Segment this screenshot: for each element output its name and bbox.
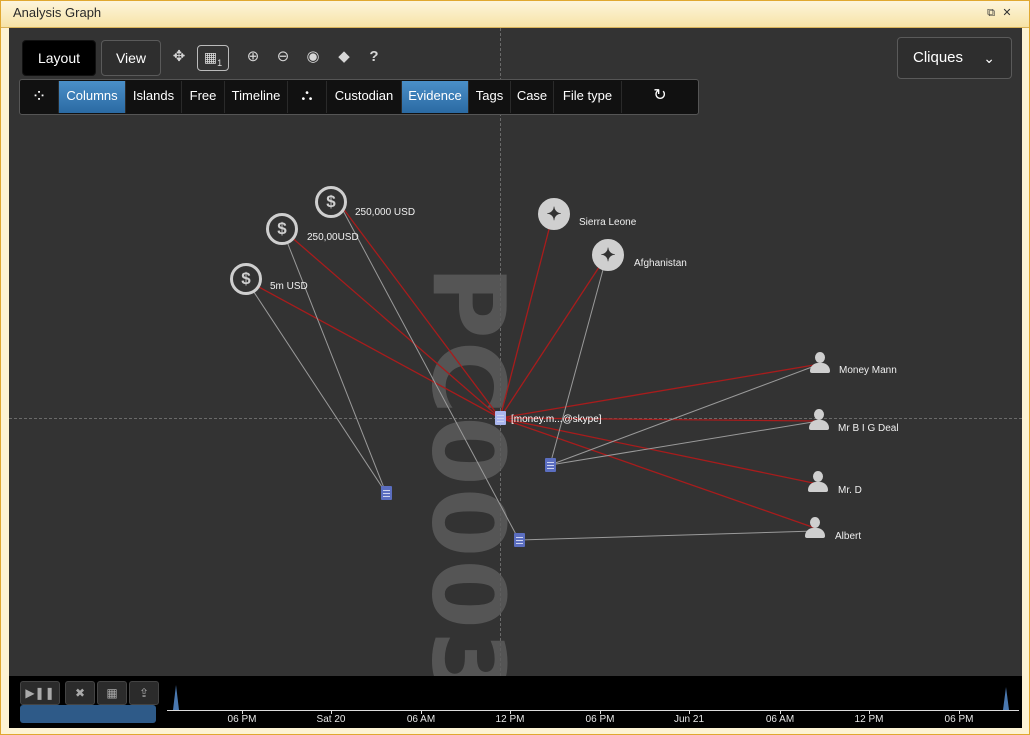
timeline-tick-label: 06 AM xyxy=(406,714,436,725)
edge xyxy=(281,228,387,494)
grid-badge: 1 xyxy=(217,57,223,68)
export-icon[interactable]: ⇪ xyxy=(129,681,159,705)
timeline-panel: ▶❚❚ ✖ ▦ ⇪ 06 PM Sat 20 06 AM 12 PM 06 PM… xyxy=(9,676,1022,728)
view-toolbar: ⁘ Columns Islands Free Timeline ⛬ Custod… xyxy=(19,79,699,115)
zoom-out-icon[interactable]: ⊖ xyxy=(273,47,293,67)
edge xyxy=(338,202,520,541)
view-button[interactable]: View xyxy=(101,40,161,76)
person-icon[interactable] xyxy=(809,409,829,431)
edge xyxy=(281,228,501,419)
grid-icon[interactable]: ▦ xyxy=(97,681,127,705)
tab-evidence[interactable]: Evidence xyxy=(402,81,469,113)
timeline-tick-label: 06 PM xyxy=(227,714,257,725)
cluster-icon[interactable]: ⁘ xyxy=(20,81,59,113)
person-icon[interactable] xyxy=(805,517,825,539)
tab-timeline[interactable]: Timeline xyxy=(225,81,288,113)
tags-icon[interactable]: ◆ xyxy=(334,47,354,67)
target-icon[interactable]: ◉ xyxy=(303,47,323,67)
tab-case[interactable]: Case xyxy=(511,81,554,113)
network-icon[interactable]: ⛬ xyxy=(288,81,327,113)
close-icon[interactable]: ✖ xyxy=(65,681,95,705)
analysis-graph-window: Analysis Graph ⧉ ✕ PC0003 $ 250,000 USD … xyxy=(0,0,1030,735)
document-icon[interactable] xyxy=(545,458,556,472)
edge xyxy=(245,279,501,419)
timeline-tick-label: 06 PM xyxy=(585,714,615,725)
edge xyxy=(338,202,501,419)
move-icon[interactable]: ✥ xyxy=(169,47,189,67)
money-icon[interactable]: $ xyxy=(315,186,347,218)
help-icon[interactable]: ? xyxy=(364,47,384,67)
node-label-person: Mr B I G Deal xyxy=(838,423,899,434)
node-label-person: Mr. D xyxy=(838,485,862,496)
play-pause-icon[interactable]: ▶❚❚ xyxy=(20,681,60,705)
timeline-axis xyxy=(167,710,1019,711)
edge xyxy=(499,254,608,419)
edge xyxy=(549,254,608,466)
tab-custodian[interactable]: Custodian xyxy=(327,81,402,113)
timeline-tick-label: 06 AM xyxy=(765,714,795,725)
tab-columns[interactable]: Columns xyxy=(59,81,126,113)
cliques-dropdown[interactable]: Cliques ⌄ xyxy=(897,37,1012,79)
popout-icon[interactable]: ⧉ xyxy=(984,6,998,20)
node-label-location: Sierra Leone xyxy=(579,217,637,228)
cliques-label: Cliques xyxy=(913,49,964,66)
close-icon[interactable]: ✕ xyxy=(1000,6,1014,20)
chevron-down-icon: ⌄ xyxy=(983,50,995,66)
layout-button[interactable]: Layout xyxy=(22,40,96,76)
money-icon[interactable]: $ xyxy=(266,213,298,245)
timeline-tick-label: 12 PM xyxy=(854,714,884,725)
title-bar: Analysis Graph ⧉ ✕ xyxy=(1,1,1029,28)
globe-icon[interactable]: ✦ xyxy=(538,198,570,230)
tab-tags[interactable]: Tags xyxy=(469,81,511,113)
document-icon[interactable] xyxy=(381,486,392,500)
window-title: Analysis Graph xyxy=(13,5,102,20)
document-icon[interactable] xyxy=(514,533,525,547)
node-label-document: [money.m...@skype] xyxy=(511,414,602,425)
node-label-person: Albert xyxy=(835,531,862,542)
edge xyxy=(245,279,387,494)
person-icon[interactable] xyxy=(808,471,828,493)
grid-button[interactable]: ▦1 xyxy=(197,45,229,71)
zoom-in-icon[interactable]: ⊕ xyxy=(243,47,263,67)
timeline-tick-label: Jun 21 xyxy=(673,714,705,725)
money-icon[interactable]: $ xyxy=(230,263,262,295)
node-label-person: Money Mann xyxy=(839,365,897,376)
person-icon[interactable] xyxy=(810,352,830,374)
node-label-location: Afghanistan xyxy=(634,258,687,269)
timeline-histogram xyxy=(173,685,1009,710)
timeline-range-slider[interactable] xyxy=(20,705,156,723)
graph-canvas[interactable]: PC0003 $ 250,000 USD $ 250,00USD $ 5m US… xyxy=(9,28,1022,676)
edge xyxy=(518,530,816,541)
grid-icon: ▦ xyxy=(203,49,218,65)
edge xyxy=(499,363,821,419)
node-label-money: 250,000 USD xyxy=(355,207,416,218)
timeline-tick-label: Sat 20 xyxy=(316,714,346,725)
tab-file-type[interactable]: File type xyxy=(554,81,622,113)
tab-islands[interactable]: Islands xyxy=(126,81,182,113)
edge xyxy=(549,420,820,466)
tab-free[interactable]: Free xyxy=(182,81,225,113)
globe-icon[interactable]: ✦ xyxy=(592,239,624,271)
timeline-tick-label: 06 PM xyxy=(944,714,974,725)
document-icon[interactable] xyxy=(495,411,506,425)
node-label-money: 250,00USD xyxy=(307,232,359,243)
timeline-tick-label: 12 PM xyxy=(495,714,525,725)
refresh-icon[interactable]: ↻ xyxy=(622,81,698,113)
edge xyxy=(499,213,554,419)
node-label-money: 5m USD xyxy=(270,281,308,292)
graph-edges xyxy=(245,202,821,541)
